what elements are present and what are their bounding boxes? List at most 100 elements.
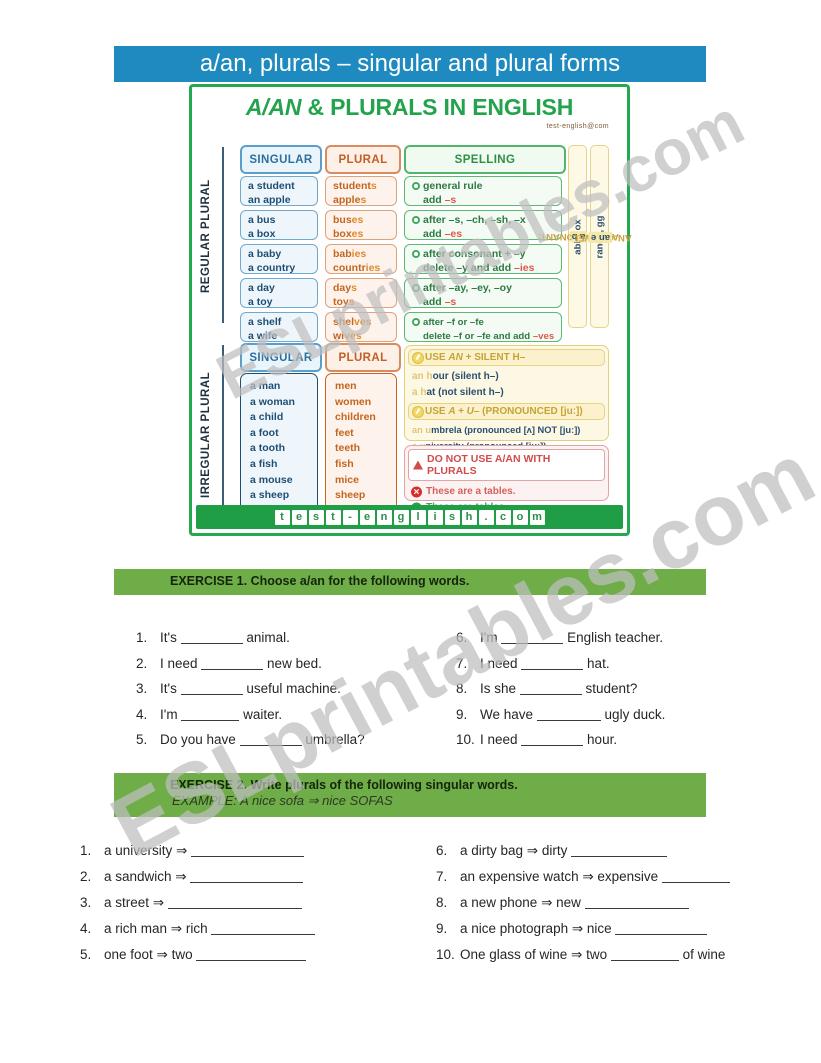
answer-blank[interactable] bbox=[196, 945, 307, 961]
answer-blank[interactable] bbox=[167, 893, 302, 909]
question-text-after-blank: animal. bbox=[242, 630, 290, 645]
regular-singular-cell: a bus a box bbox=[240, 210, 318, 240]
warning-title: DO NOT USE A/AN WITH PLURALS bbox=[408, 449, 605, 481]
bullet-icon bbox=[412, 318, 420, 326]
answer-blank[interactable] bbox=[610, 945, 679, 961]
question-row: 3. a street ⇒ bbox=[80, 893, 315, 919]
regular-singular-cell: a day a toy bbox=[240, 278, 318, 308]
page-title-bar: a/an, plurals – singular and plural form… bbox=[114, 46, 706, 82]
question-text-before-blank: a rich man ⇒ rich bbox=[104, 921, 212, 936]
spelling-rule-cell: general rule add –s bbox=[404, 176, 562, 206]
question-text-before-blank: I'm bbox=[480, 630, 502, 645]
question-row: 5. Do you have umbrella? bbox=[136, 730, 365, 756]
rule-an-silent-h-example: an hour (silent h–) bbox=[412, 370, 499, 382]
answer-blank[interactable] bbox=[190, 867, 304, 883]
regular-plural-section-label: REGULAR PLURAL bbox=[200, 179, 212, 293]
question-row: 1. a university ⇒ bbox=[80, 841, 315, 867]
spelling-rule-cell: after –f or –fe delete –f or –fe and add… bbox=[404, 312, 562, 342]
no-a-an-with-plurals-panel: DO NOT USE A/AN WITH PLURALS ✕ These are… bbox=[404, 445, 609, 514]
question-row: 4. a rich man ⇒ rich bbox=[80, 919, 316, 945]
irregular-section-divider bbox=[222, 345, 224, 525]
exercise2-title: EXERCISE 2. Write plurals of the followi… bbox=[170, 778, 518, 792]
question-row: 10. I need hour. bbox=[456, 730, 665, 756]
rule-a-u-title: USE A + U– (PRONOUNCED [juː]) bbox=[408, 403, 605, 420]
question-text-before-blank: a dirty bag ⇒ dirty bbox=[460, 843, 572, 858]
column-header-singular-regular: SINGULAR bbox=[240, 145, 322, 174]
an-usage-rules-panel: USE AN + SILENT H– an hour (silent h–) a… bbox=[404, 345, 609, 451]
question-text-after-blank: student? bbox=[581, 681, 638, 696]
infographic-title-rest: & PLURALS IN ENGLISH bbox=[301, 94, 574, 120]
question-text-before-blank: I'm bbox=[160, 706, 182, 722]
answer-blank[interactable] bbox=[521, 654, 584, 670]
answer-blank[interactable] bbox=[501, 628, 564, 644]
question-text-after-blank: umbrella? bbox=[301, 732, 365, 747]
exercise2-header: EXERCISE 2. Write plurals of the followi… bbox=[114, 773, 706, 817]
answer-blank[interactable] bbox=[661, 867, 730, 883]
irregular-singular-list: a man a woman a child a foot a tooth a f… bbox=[240, 373, 318, 523]
irregular-plural-section-label: IRREGULAR PLURAL bbox=[200, 371, 212, 499]
answer-blank[interactable] bbox=[191, 841, 305, 857]
question-text-before-blank: a university ⇒ bbox=[104, 843, 192, 858]
question-row: 7. an expensive watch ⇒ expensive bbox=[436, 867, 730, 893]
question-text-after-blank: new bed. bbox=[263, 655, 322, 671]
exercise2-left-column: 1. a university ⇒ 2. a sandwich ⇒ 3. a stre… bbox=[80, 841, 316, 971]
answer-blank[interactable] bbox=[615, 919, 708, 935]
answer-blank[interactable] bbox=[536, 705, 601, 721]
question-text-before-blank: Is she bbox=[480, 681, 520, 696]
question-text-before-blank: I need bbox=[160, 655, 202, 671]
bullet-icon bbox=[412, 182, 420, 190]
rule-an-silent-h-title: USE AN + SILENT H– bbox=[408, 349, 605, 366]
infographic-body: REGULAR PLURAL SINGULAR PLURAL SPELLING … bbox=[198, 139, 631, 525]
exercise1-title: EXERCISE 1. Choose a/an for the followin… bbox=[170, 574, 470, 588]
question-number: 8. bbox=[456, 681, 468, 696]
answer-blank[interactable] bbox=[201, 654, 264, 670]
answer-blank[interactable] bbox=[239, 730, 302, 746]
answer-blank[interactable] bbox=[519, 679, 582, 695]
question-text-before-blank: I need bbox=[480, 655, 522, 671]
question-number: 1. bbox=[80, 843, 92, 858]
rule-a-u-example: an umbrela (pronounced [ʌ] NOT [juː]) bbox=[412, 424, 581, 435]
question-row: 2. a sandwich ⇒ bbox=[80, 867, 315, 893]
infographic-footer-logo: test-english.com bbox=[196, 505, 623, 529]
question-text-before-blank: Do you have bbox=[160, 732, 240, 747]
question-text-before-blank: I need bbox=[480, 732, 522, 747]
cross-icon: ✕ bbox=[411, 486, 422, 498]
question-text-after-blank: waiter. bbox=[239, 706, 283, 722]
regular-plural-cell: days toys bbox=[325, 278, 397, 308]
question-text-before-blank: one foot ⇒ two bbox=[104, 947, 197, 962]
regular-plural-cell: buses boxes bbox=[325, 210, 397, 240]
question-text-after-blank: hat. bbox=[583, 655, 610, 671]
exercise1-left-column: 1. It's animal. 2. I need new bed. 3. It's us… bbox=[136, 628, 365, 756]
question-row: 3. It's useful machine. bbox=[136, 679, 365, 705]
question-row: 6. I'm English teacher. bbox=[456, 628, 665, 654]
question-number: 7. bbox=[456, 655, 468, 671]
question-text-after-blank: ugly duck. bbox=[600, 706, 666, 722]
answer-blank[interactable] bbox=[180, 628, 243, 644]
question-row: 10. One glass of wine ⇒ two of wine bbox=[436, 945, 730, 971]
answer-blank[interactable] bbox=[584, 893, 689, 909]
question-number: 10. bbox=[456, 732, 475, 747]
answer-blank[interactable] bbox=[181, 705, 240, 721]
question-text-after-blank: English teacher. bbox=[563, 630, 664, 645]
question-row: 4. I'm waiter. bbox=[136, 705, 365, 731]
question-number: 2. bbox=[80, 869, 92, 884]
regular-plural-cell: shelves wives bbox=[325, 312, 397, 342]
column-header-plural-irregular: PLURAL bbox=[325, 343, 401, 372]
question-row: 8. a new phone ⇒ new bbox=[436, 893, 730, 919]
question-text-before-blank: It's bbox=[160, 630, 181, 645]
bullet-icon bbox=[412, 216, 420, 224]
answer-blank[interactable] bbox=[180, 679, 243, 695]
answer-blank[interactable] bbox=[521, 730, 584, 746]
question-number: 4. bbox=[136, 706, 148, 722]
question-text-before-blank: One glass of wine ⇒ two bbox=[460, 947, 611, 962]
question-number: 9. bbox=[436, 921, 448, 936]
answer-blank[interactable] bbox=[571, 841, 668, 857]
question-text-before-blank: a nice photograph ⇒ nice bbox=[460, 921, 616, 936]
question-text-before-blank: an expensive watch ⇒ expensive bbox=[460, 869, 662, 884]
warning-triangle-icon bbox=[413, 460, 423, 470]
answer-blank[interactable] bbox=[211, 919, 316, 935]
question-row: 9. We have ugly duck. bbox=[456, 705, 665, 731]
question-text-after-blank: of wine bbox=[678, 947, 726, 962]
question-row: 9. a nice photograph ⇒ nice bbox=[436, 919, 730, 945]
exercise2-example: EXAMPLE: A nice sofa ⇒ nice SOFAS bbox=[172, 793, 393, 808]
